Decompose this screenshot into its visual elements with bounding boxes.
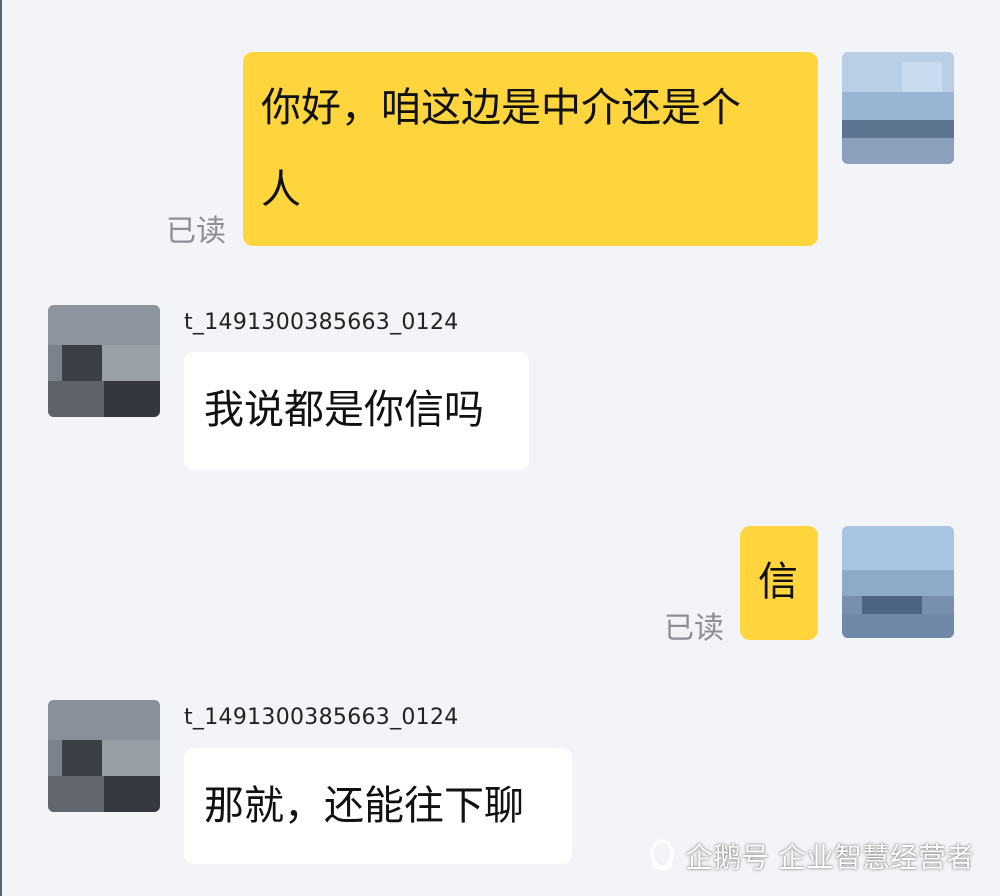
watermark-text: 企鹅号 企业智慧经营者 bbox=[685, 841, 974, 874]
message-text-line2: 人 bbox=[261, 167, 301, 213]
sender-name: t_1491300385663_0124 bbox=[184, 705, 459, 730]
message-text: 我说都是你信吗 bbox=[204, 387, 484, 433]
message-text: 那就，还能往下聊 bbox=[204, 783, 524, 829]
message-bubble-other[interactable]: 那就，还能往下聊 bbox=[184, 748, 572, 864]
contact-avatar[interactable] bbox=[48, 700, 160, 812]
read-status: 已读 bbox=[664, 611, 724, 646]
message-bubble-self[interactable]: 你好，咱这边是中介还是个 人 bbox=[243, 52, 818, 246]
message-text-line1: 你好，咱这边是中介还是个 bbox=[261, 85, 741, 131]
message-text: 信 bbox=[758, 559, 798, 605]
self-avatar[interactable] bbox=[842, 526, 954, 638]
sender-name: t_1491300385663_0124 bbox=[184, 310, 459, 335]
message-bubble-other[interactable]: 我说都是你信吗 bbox=[184, 352, 529, 470]
qq-penguin-icon bbox=[647, 839, 677, 873]
self-avatar[interactable] bbox=[842, 52, 954, 164]
window-edge bbox=[0, 0, 2, 896]
watermark: 企鹅号 企业智慧经营者 bbox=[647, 836, 974, 876]
contact-avatar[interactable] bbox=[48, 305, 160, 417]
read-status: 已读 bbox=[166, 214, 226, 249]
message-bubble-self[interactable]: 信 bbox=[740, 526, 818, 640]
